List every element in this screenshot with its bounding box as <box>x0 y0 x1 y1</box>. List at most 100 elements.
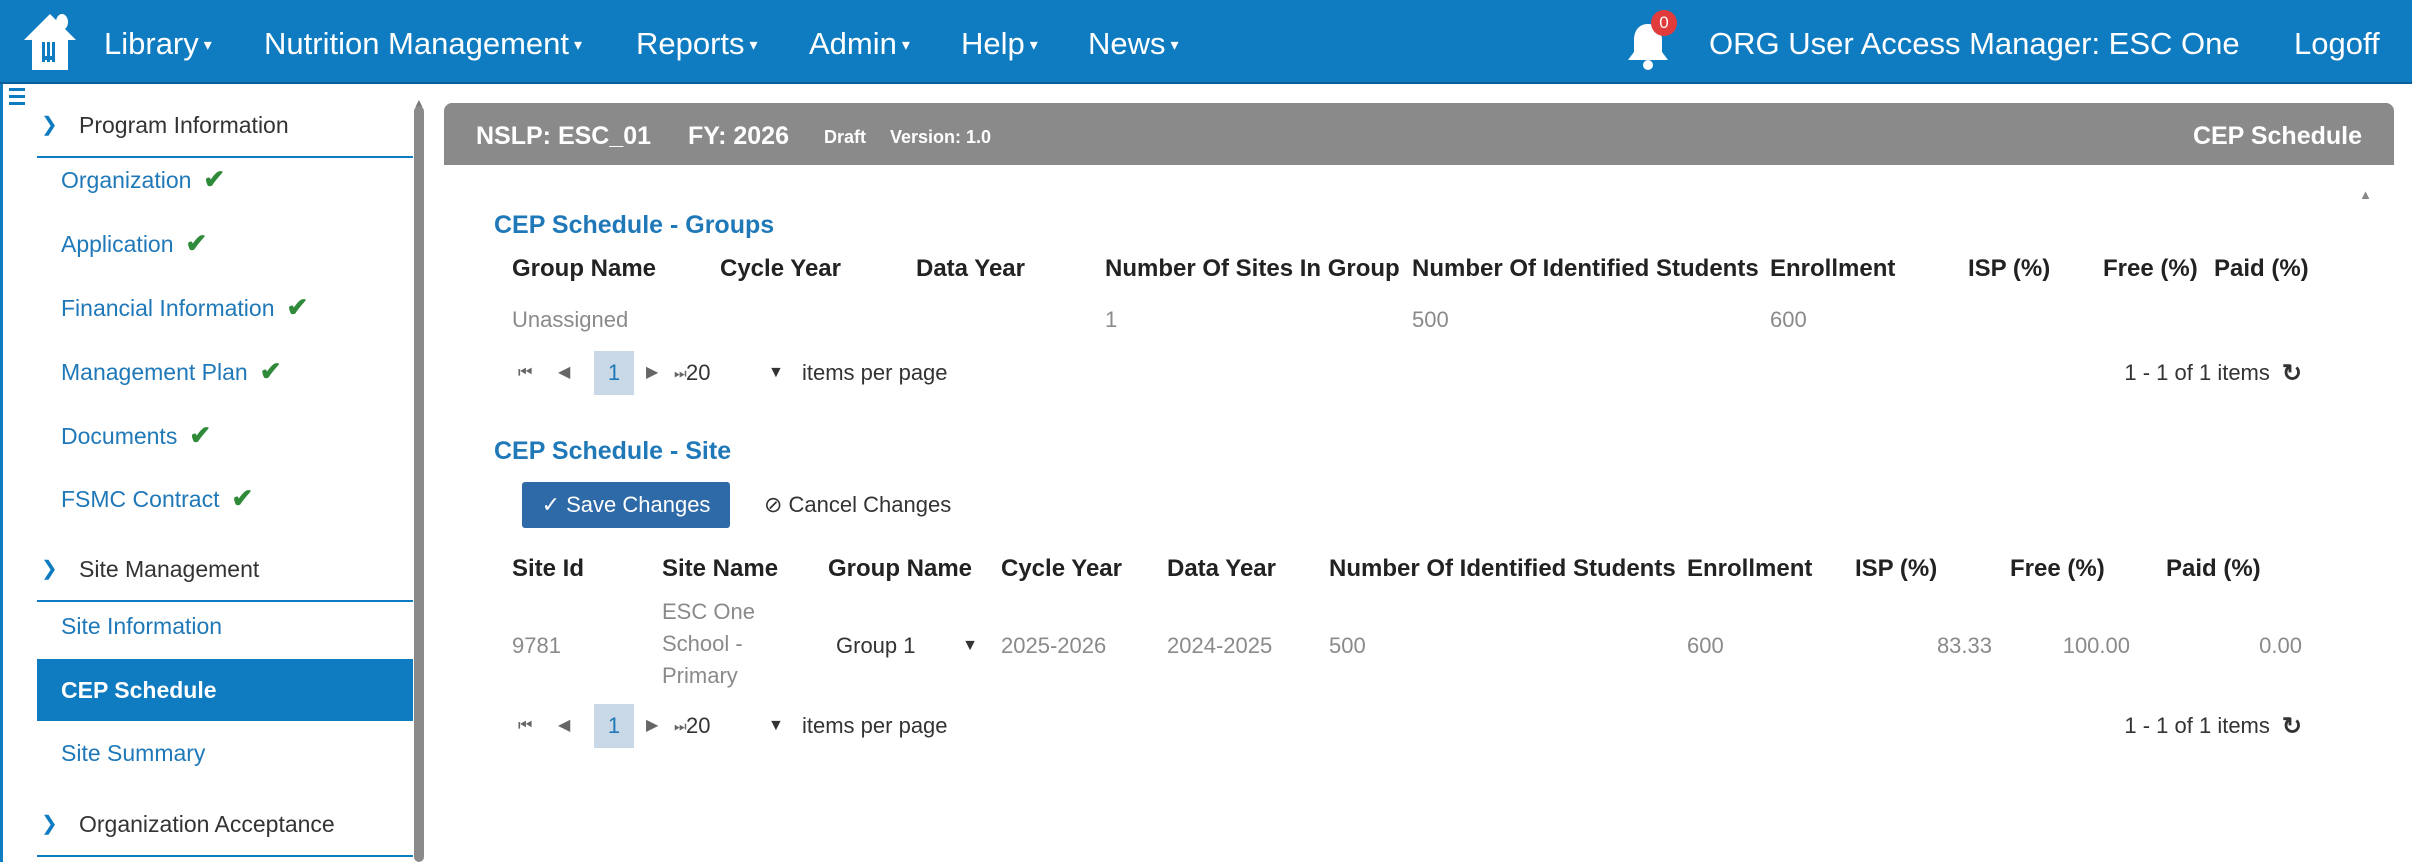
cell-site-name-line3: Primary <box>662 663 738 688</box>
sidebar-item-site-summary[interactable]: Site Summary <box>37 722 413 784</box>
sidebar-item-site-information[interactable]: Site Information <box>37 595 413 657</box>
group-name-select[interactable]: Group 1 ▼ <box>836 627 986 665</box>
col-header-free[interactable]: Free (%) <box>2103 255 2198 283</box>
col-header-site-name[interactable]: Site Name <box>662 555 778 583</box>
page-size-value[interactable]: 20 <box>686 704 710 748</box>
col-header-site-id[interactable]: Site Id <box>512 555 584 583</box>
col-header-enrollment[interactable]: Enrollment <box>1770 255 1895 283</box>
cell-site-name-line2: School - <box>662 631 743 656</box>
nav-admin-label: Admin <box>809 26 897 61</box>
sidebar-scrollbar[interactable]: ▲ <box>412 96 425 862</box>
sidebar-item-label: FSMC Contract <box>61 486 220 512</box>
nav-nutrition-management-menu[interactable]: Nutrition Management ▾ <box>264 0 582 84</box>
col-header-identified-students[interactable]: Number Of Identified Students <box>1329 555 1676 583</box>
pager-info: 1 - 1 of 1 items ↻ <box>2124 351 2302 396</box>
refresh-icon[interactable]: ↻ <box>2282 705 2302 749</box>
scroll-up-arrow-icon[interactable]: ▲ <box>2359 187 2372 202</box>
caret-down-icon: ▾ <box>203 36 212 54</box>
col-header-free[interactable]: Free (%) <box>2010 555 2105 583</box>
caret-down-icon: ▾ <box>1029 36 1038 54</box>
col-header-group-name[interactable]: Group Name <box>512 255 656 283</box>
page-size-value[interactable]: 20 <box>686 351 710 395</box>
nav-news-label: News <box>1088 26 1166 61</box>
col-header-cycle-year[interactable]: Cycle Year <box>720 255 841 283</box>
last-page-icon[interactable]: ⏭ <box>674 351 687 395</box>
top-navigation-bar: Library ▾ Nutrition Management ▾ Reports ▾ … <box>0 0 2412 84</box>
col-header-data-year[interactable]: Data Year <box>1167 555 1276 583</box>
groups-grid-title: CEP Schedule - Groups <box>494 211 775 239</box>
pager-info-text: 1 - 1 of 1 items <box>2124 360 2270 385</box>
sidebar-item-label: Organization <box>61 167 192 193</box>
first-page-icon[interactable]: ⏮ <box>518 704 532 748</box>
previous-page-icon[interactable]: ◀ <box>558 351 570 395</box>
cell-free: 100.00 <box>2062 633 2130 658</box>
page-size-dropdown-icon[interactable]: ▼ <box>768 704 784 748</box>
next-page-icon[interactable]: ▶ <box>646 351 658 395</box>
logoff-link[interactable]: Logoff <box>2294 0 2380 88</box>
caret-down-icon: ▾ <box>1170 36 1179 54</box>
scrollbar-thumb[interactable] <box>414 106 424 862</box>
first-page-icon[interactable]: ⏮ <box>518 351 532 395</box>
previous-page-icon[interactable]: ◀ <box>558 704 570 748</box>
sidebar-item-cep-schedule[interactable]: CEP Schedule <box>37 659 413 721</box>
cancel-changes-button[interactable]: ⊘ Cancel Changes <box>764 482 951 528</box>
nav-help-menu[interactable]: Help ▾ <box>961 0 1038 84</box>
cell-data-year: 2024-2025 <box>1167 633 1273 658</box>
sidebar-item-label: Site Information <box>61 613 223 639</box>
cell-enrollment: 600 <box>1687 633 1724 658</box>
save-changes-label: Save Changes <box>566 492 711 517</box>
page-size-dropdown-icon[interactable]: ▼ <box>768 351 784 395</box>
cell-identified-students: 500 <box>1412 307 1449 332</box>
cell-sites-in-group: 1 <box>1105 307 1118 332</box>
sidebar-item-management-plan[interactable]: Management Plan ✔ <box>37 340 413 402</box>
nav-news-menu[interactable]: News ▾ <box>1088 0 1179 84</box>
col-header-cycle-year[interactable]: Cycle Year <box>1001 555 1122 583</box>
cell-site-id: 9781 <box>512 633 561 658</box>
notification-count-badge: 0 <box>1651 10 1677 36</box>
col-header-enrollment[interactable]: Enrollment <box>1687 555 1812 583</box>
sidebar-section-organization-acceptance[interactable]: ❯ Organization Acceptance <box>37 791 413 857</box>
sidebar-item-financial-information[interactable]: Financial Information ✔ <box>37 276 413 338</box>
cell-cycle-year: 2025-2026 <box>1001 633 1107 658</box>
cell-identified-students: 500 <box>1329 633 1366 658</box>
col-header-identified-students[interactable]: Number Of Identified Students <box>1412 255 1759 283</box>
col-header-data-year[interactable]: Data Year <box>916 255 1025 283</box>
nav-admin-menu[interactable]: Admin ▾ <box>809 0 910 84</box>
cancel-icon: ⊘ <box>764 492 789 517</box>
cell-enrollment: 600 <box>1770 307 1807 332</box>
site-grid-title: CEP Schedule - Site <box>494 437 732 465</box>
sidebar-items-container: Organization ✔ Application ✔ Financial Inf… <box>0 84 420 862</box>
col-header-paid[interactable]: Paid (%) <box>2214 255 2309 283</box>
sidebar-section-label: Organization Acceptance <box>79 811 335 837</box>
save-changes-button[interactable]: ✓ Save Changes <box>522 482 730 528</box>
last-page-icon[interactable]: ⏭ <box>674 704 687 748</box>
col-header-isp[interactable]: ISP (%) <box>1968 255 2050 283</box>
next-page-icon[interactable]: ▶ <box>646 704 658 748</box>
nav-reports-menu[interactable]: Reports ▾ <box>636 0 758 84</box>
nav-nutrition-management-label: Nutrition Management <box>264 26 569 61</box>
sidebar-item-organization[interactable]: Organization ✔ <box>37 148 413 210</box>
current-page-number[interactable]: 1 <box>594 704 634 748</box>
checkmark-icon: ✔ <box>259 356 282 386</box>
sidebar-item-documents[interactable]: Documents ✔ <box>37 404 413 466</box>
user-access-label: ORG User Access Manager: ESC One <box>1709 26 2240 61</box>
refresh-icon[interactable]: ↻ <box>2282 352 2302 396</box>
col-header-sites-in-group[interactable]: Number Of Sites In Group <box>1105 255 1400 283</box>
nav-reports-label: Reports <box>636 26 745 61</box>
check-icon: ✓ <box>541 492 567 517</box>
nav-library-menu[interactable]: Library ▾ <box>104 0 212 84</box>
col-header-group-name[interactable]: Group Name <box>828 555 972 583</box>
sidebar-item-application[interactable]: Application ✔ <box>37 212 413 274</box>
sidebar-item-fsmc-contract[interactable]: FSMC Contract ✔ <box>37 467 413 529</box>
col-header-paid[interactable]: Paid (%) <box>2166 555 2261 583</box>
nav-library-label: Library <box>104 26 199 61</box>
cell-isp: 83.33 <box>1936 633 1992 658</box>
dropdown-arrow-icon[interactable]: ▼ <box>962 627 978 665</box>
col-header-isp[interactable]: ISP (%) <box>1855 555 1937 583</box>
cell-site-name-line1: ESC One <box>662 599 755 624</box>
sidebar-section-site-management[interactable]: ❯ Site Management <box>37 536 413 602</box>
main-content: NSLP: ESC_01 FY: 2026 Draft Version: 1.0… <box>444 103 2394 862</box>
panel-title: CEP Schedule <box>2192 122 2362 150</box>
home-logo-icon[interactable] <box>22 12 78 72</box>
current-page-number[interactable]: 1 <box>594 351 634 395</box>
